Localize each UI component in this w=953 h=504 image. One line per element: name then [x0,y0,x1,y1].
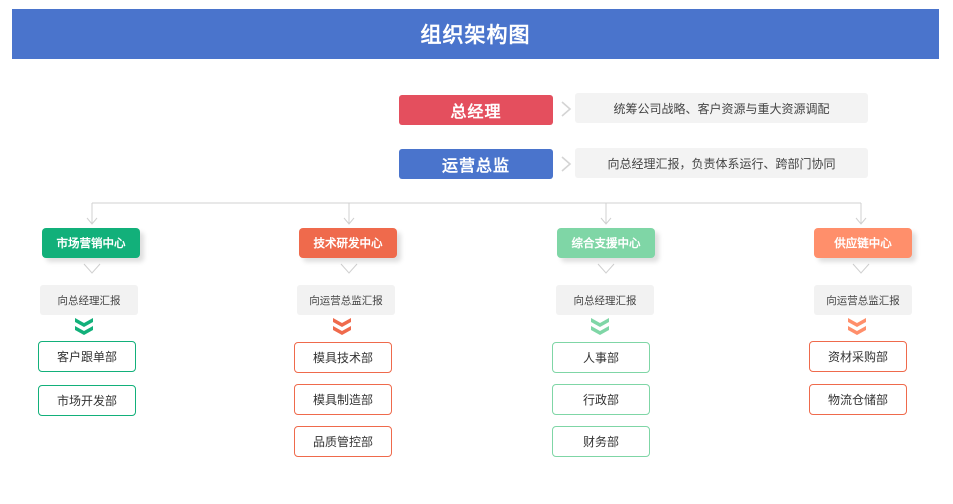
center-supply-chain: 供应链中心 [814,228,912,258]
report-line-supply-chain: 向运营总监汇报 [814,285,912,315]
center-marketing: 市场营销中心 [42,228,140,258]
dept-hr: 人事部 [552,342,650,373]
center-support: 综合支援中心 [557,228,655,258]
dept-materials-procurement: 资材采购部 [809,341,907,372]
dept-finance: 财务部 [552,426,650,457]
double-chevron-down-icon [75,318,93,335]
dept-administration: 行政部 [552,384,650,415]
double-chevron-down-icon [333,318,351,335]
center-rnd: 技术研发中心 [299,228,397,258]
report-line-marketing: 向总经理汇报 [40,285,138,315]
dept-quality-control: 品质管控部 [294,426,392,457]
dept-mold-technology: 模具技术部 [294,342,392,373]
dept-market-development: 市场开发部 [38,385,136,416]
dept-customer-followup: 客户跟单部 [38,341,136,372]
dept-logistics-warehousing: 物流仓储部 [809,384,907,415]
report-line-rnd: 向运营总监汇报 [297,285,395,315]
double-chevron-down-icon [848,318,866,335]
report-line-support: 向总经理汇报 [556,285,654,315]
connector-lines [83,202,870,274]
double-chevron-down-icon [591,318,609,335]
dept-mold-manufacturing: 模具制造部 [294,384,392,415]
